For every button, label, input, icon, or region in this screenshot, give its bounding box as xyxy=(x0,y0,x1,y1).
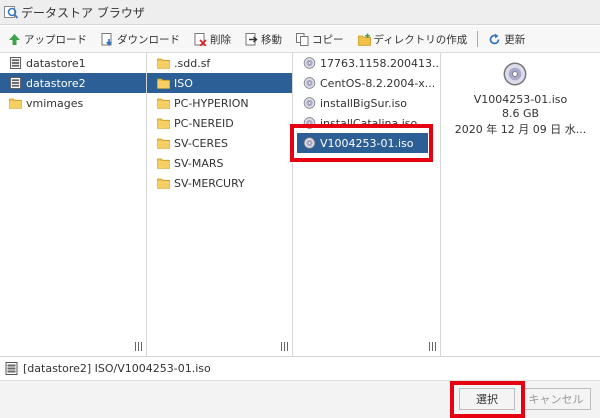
datastore-label: datastore1 xyxy=(26,56,86,70)
refresh-icon xyxy=(489,33,500,44)
file-label: installBigSur.iso xyxy=(320,96,407,110)
selected-file-highlight xyxy=(290,124,433,162)
toolbar-divider xyxy=(477,31,479,47)
new-folder-icon xyxy=(357,33,371,46)
folder-label: PC-NEREID xyxy=(174,116,234,130)
folder-icon xyxy=(157,97,170,109)
download-button[interactable]: ダウンロード xyxy=(101,32,180,47)
delete-button[interactable]: 削除 xyxy=(194,32,231,47)
move-label: 移動 xyxy=(261,33,282,46)
folder-item-pc-nereid[interactable]: PC-NEREID xyxy=(147,113,292,133)
datastore-icon xyxy=(5,362,18,375)
upload-button[interactable]: アップロード xyxy=(8,32,87,47)
pane-resize-handle[interactable] xyxy=(281,342,288,351)
folder-pane[interactable]: .sdd.sf ISO PC-HYPERION PC-NEREID SV-CER… xyxy=(147,53,293,356)
file-pane[interactable]: 17763.1158.200413... CentOS-8.2.2004-x..… xyxy=(290,53,441,356)
datastore-pane[interactable]: datastore1 datastore2 vmimages xyxy=(0,53,147,356)
folder-item-sv-ceres[interactable]: SV-CERES xyxy=(147,133,292,153)
pane-resize-handle[interactable] xyxy=(429,342,436,351)
folder-icon xyxy=(157,57,170,69)
file-item[interactable]: CentOS-8.2.2004-x... xyxy=(293,73,440,93)
toolbar: アップロード ダウンロード 削除 移動 コピー ディレクトリの作成 更新 xyxy=(0,26,600,53)
datastore-label: vmimages xyxy=(26,96,84,110)
move-icon xyxy=(245,32,258,45)
upload-label: アップロード xyxy=(24,33,87,46)
disc-image-icon xyxy=(303,77,316,89)
folder-item-pc-hyperion[interactable]: PC-HYPERION xyxy=(147,93,292,113)
dialog-footer: 選択 キャンセル xyxy=(0,380,600,418)
disc-image-icon xyxy=(303,57,316,69)
folder-icon xyxy=(157,177,170,189)
delete-icon xyxy=(194,32,207,46)
selected-path: [datastore2] ISO/V1004253-01.iso xyxy=(23,362,211,375)
file-label: CentOS-8.2.2004-x... xyxy=(320,76,436,90)
datastore-label: datastore2 xyxy=(26,76,86,90)
file-item[interactable]: 17763.1158.200413... xyxy=(293,53,440,73)
folder-label: SV-MERCURY xyxy=(174,176,245,190)
preview-file-date: 2020 年 12 月 09 日 水... xyxy=(454,123,587,136)
download-label: ダウンロード xyxy=(117,33,180,46)
preview-pane: V1004253-01.iso 8.6 GB 2020 年 12 月 09 日 … xyxy=(441,53,600,356)
copy-button[interactable]: コピー xyxy=(296,32,344,47)
disc-image-icon xyxy=(303,97,316,109)
upload-icon xyxy=(9,33,20,45)
refresh-label: 更新 xyxy=(504,33,526,46)
create-directory-label: ディレクトリの作成 xyxy=(373,33,468,46)
file-label: 17763.1158.200413... xyxy=(320,56,440,70)
refresh-button[interactable]: 更新 xyxy=(488,32,525,47)
preview-file-name: V1004253-01.iso xyxy=(473,93,568,106)
folder-label: PC-HYPERION xyxy=(174,96,249,110)
cancel-button-label: キャンセル xyxy=(528,393,584,406)
folder-item-sv-mercury[interactable]: SV-MERCURY xyxy=(147,173,292,193)
status-bar: [datastore2] ISO/V1004253-01.iso xyxy=(0,356,600,380)
title-bar: データストア ブラウザ xyxy=(0,0,600,25)
move-button[interactable]: 移動 xyxy=(245,32,282,47)
create-directory-button[interactable]: ディレクトリの作成 xyxy=(357,32,468,47)
folder-label: ISO xyxy=(174,76,193,90)
preview-file-size: 8.6 GB xyxy=(501,107,540,120)
download-icon xyxy=(101,32,112,46)
datastore-icon xyxy=(9,57,22,69)
folder-icon xyxy=(9,97,22,109)
select-button-highlight xyxy=(450,381,525,418)
disc-image-icon xyxy=(503,62,527,86)
datastore-browser-icon xyxy=(4,6,18,19)
folder-icon xyxy=(157,77,170,89)
folder-label: SV-CERES xyxy=(174,136,229,150)
folder-icon xyxy=(157,117,170,129)
datastore-icon xyxy=(9,77,22,89)
folder-label: SV-MARS xyxy=(174,156,224,170)
copy-icon xyxy=(296,32,309,46)
folder-item-sdd-sf[interactable]: .sdd.sf xyxy=(147,53,292,73)
folder-icon xyxy=(157,137,170,149)
window-title: データストア ブラウザ xyxy=(21,5,145,20)
datastore-item-vmimages[interactable]: vmimages xyxy=(0,93,146,113)
copy-label: コピー xyxy=(312,33,344,46)
datastore-item-datastore2[interactable]: datastore2 xyxy=(0,73,146,93)
datastore-item-datastore1[interactable]: datastore1 xyxy=(0,53,146,73)
folder-item-sv-mars[interactable]: SV-MARS xyxy=(147,153,292,173)
file-item[interactable]: installBigSur.iso xyxy=(293,93,440,113)
folder-icon xyxy=(157,157,170,169)
folder-item-iso[interactable]: ISO xyxy=(147,73,292,93)
cancel-button[interactable]: キャンセル xyxy=(521,388,591,410)
folder-label: .sdd.sf xyxy=(174,56,211,70)
pane-resize-handle[interactable] xyxy=(135,342,142,351)
delete-label: 削除 xyxy=(210,33,231,46)
